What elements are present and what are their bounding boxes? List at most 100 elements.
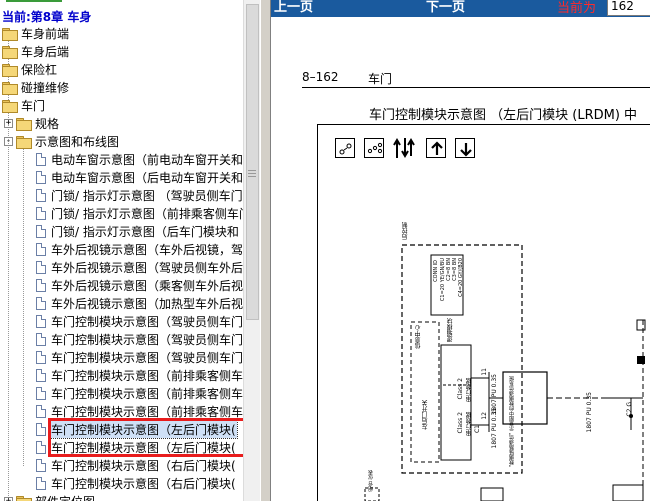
tree-item-label: 电动车窗示意图（后电动车窗开关和 xyxy=(51,170,243,185)
tree-item-label: 车外后视镜示意图（加热型车外后视 xyxy=(51,296,243,311)
schematic-label: Class 2 xyxy=(457,378,464,400)
tree-folder-bumper[interactable]: 保险杠 xyxy=(2,60,58,78)
document-icon xyxy=(36,170,46,184)
tree-item-label: 规格 xyxy=(35,116,60,131)
document-icon xyxy=(36,152,46,166)
tree-item-label: 车门控制模块示意图（右后门模块( xyxy=(51,476,236,491)
tree-item-label: 车门控制模块示意图（驾驶员侧车门 xyxy=(51,350,243,365)
tree-folder-locations[interactable]: + 部件定位图 xyxy=(4,492,96,501)
expand-icon[interactable]: + xyxy=(4,496,13,501)
folder-icon xyxy=(2,27,18,41)
document-icon xyxy=(36,440,46,454)
folder-open-icon xyxy=(2,99,18,113)
cluster-label: 组合 仪表 xyxy=(368,470,374,492)
tree-folder-collision[interactable]: 碰撞维修 xyxy=(2,78,70,96)
tree-folder-door[interactable]: 车门 xyxy=(2,96,46,114)
tree-doc-item[interactable]: 门锁/ 指示灯示意图（后车门模块和 xyxy=(36,222,240,240)
pane-splitter[interactable] xyxy=(260,0,271,501)
data-link-label: "数据链路通信" 示意图中的数据通信系统 xyxy=(509,376,515,468)
tree-doc-item[interactable]: 车门控制模块示意图（前排乘客侧车 xyxy=(36,366,243,384)
document-icon xyxy=(36,206,46,220)
document-icon xyxy=(36,224,46,238)
tree-doc-item[interactable]: 车门控制模块示意图（前排乘客侧车 xyxy=(36,384,243,402)
folder-open-icon xyxy=(16,135,32,149)
tree-item-label: 保险杠 xyxy=(21,62,58,77)
tree-doc-item[interactable]: 车门控制模块示意图（右后门模块( xyxy=(36,456,237,474)
tree-item-label: 门锁/ 指示灯示意图（后车门模块和 xyxy=(51,224,239,239)
tree-item-label: 示意图和布线图 xyxy=(35,134,120,149)
tree-item-label: 车门控制模块示意图（驾驶员侧车门 xyxy=(51,332,243,347)
wire-label: 1807 PU 0.35 xyxy=(491,408,498,449)
scrollbar-thumb[interactable] xyxy=(246,4,259,320)
tree-item-label: 车门控制模块示意图（右后门模块( xyxy=(51,458,236,473)
schematic-label: 后控制 xyxy=(402,222,409,240)
tree-doc-item[interactable]: 车外后视镜示意图（加热型车外后视 xyxy=(36,294,243,312)
tree-folder-body-front[interactable]: 车身前端 xyxy=(2,24,70,42)
tree-item-label: 车外后视镜示意图（驾驶员侧车外后 xyxy=(51,260,243,275)
chapter-label: 当前:第8章 车身 xyxy=(2,10,92,24)
document-icon xyxy=(36,242,46,256)
tree-doc-item[interactable]: 车门控制模块示意图（驾驶员侧车门 xyxy=(36,348,243,366)
tree-item-label: 门锁/ 指示灯示意图 （驾驶员侧车门 xyxy=(51,188,243,203)
schematic-label: 逻辑模块 xyxy=(447,318,454,342)
tree-item-label: 车身后端 xyxy=(21,44,70,59)
schematic-label: 串行数据 xyxy=(466,412,473,436)
tree-doc-item[interactable]: 车门控制模块示意图（驾驶员侧车门 xyxy=(36,330,243,348)
document-icon xyxy=(36,314,46,328)
tree-pane: 当前:第8章 车身 车身前端 车身后端 保险杠 碰撞维修 车门 + 规格 - 示… xyxy=(0,0,243,501)
tree-doc-item[interactable]: 车门控制模块示意图（右后门模块( xyxy=(36,474,237,492)
document-icon xyxy=(36,350,46,364)
tree-scrollbar[interactable] xyxy=(243,0,260,501)
wire-label: 1807 PU 0.35 xyxy=(586,392,593,433)
pin-label: 11 xyxy=(481,368,488,376)
folder-icon xyxy=(16,495,32,501)
connector-label: C2 G xyxy=(626,402,633,417)
connector-pin-label: C4=20 GY/(B20 xyxy=(458,258,464,297)
tree-doc-item[interactable]: 车外后视镜示意图（乘客侧车外后视 xyxy=(36,276,243,294)
folder-icon xyxy=(2,63,18,77)
tree-doc-item[interactable]: 电动车窗示意图（后电动车窗开关和 xyxy=(36,168,243,186)
connector-id-label: CONN ID xyxy=(433,260,439,282)
tree-top-link[interactable] xyxy=(6,0,66,4)
document-icon xyxy=(36,278,46,292)
document-icon xyxy=(36,188,46,202)
tree-doc-item[interactable]: 车外后视镜示意图（车外后视镜，驾 xyxy=(36,240,243,258)
document-icon xyxy=(36,296,46,310)
tree-folder-specs[interactable]: + 规格 xyxy=(4,114,60,132)
tree-item-label: 部件定位图 xyxy=(34,493,96,501)
tree-item-label: 车外后视镜示意图（乘客侧车外后视 xyxy=(51,278,243,293)
tree-doc-item[interactable]: 车外后视镜示意图（驾驶员侧车外后 xyxy=(36,258,243,276)
schematic-label: 左后门开关 xyxy=(422,400,429,430)
pin-label: 12 xyxy=(481,412,488,420)
collapse-icon[interactable]: - xyxy=(4,136,13,146)
tree-doc-item[interactable]: 电动车窗示意图（前电动车窗开关和 xyxy=(36,150,243,168)
tree-item-label: 车门 xyxy=(21,98,46,113)
tree-item-label: 车门控制模块示意图（前排乘客侧车 xyxy=(51,368,243,383)
highlight-annotation-box xyxy=(48,418,243,457)
folder-icon xyxy=(2,81,18,95)
content-pane: 上一页 下一页 当前为 162 8–162 车门 车门控制模块示意图 （左后门模… xyxy=(271,0,650,501)
document-icon xyxy=(36,422,46,436)
tree-item-label: 车身前端 xyxy=(21,26,70,41)
document-icon xyxy=(36,476,46,490)
expand-icon[interactable]: + xyxy=(4,118,13,128)
tree-item-label: 车外后视镜示意图（车外后视镜，驾 xyxy=(51,242,243,257)
schematic-label: Class 2 xyxy=(457,412,464,434)
tree-doc-item[interactable]: 门锁/ 指示灯示意图 （驾驶员侧车门 xyxy=(36,186,243,204)
tree-folder-schematics[interactable]: - 示意图和布线图 xyxy=(4,132,120,150)
document-icon xyxy=(36,260,46,274)
tree-doc-item[interactable]: 门锁/ 指示灯示意图（前排乘客侧车门 xyxy=(36,204,243,222)
tree-item-label: 电动车窗示意图（前电动车窗开关和 xyxy=(51,152,243,167)
app-window: 当前:第8章 车身 车身前端 车身后端 保险杠 碰撞维修 车门 + 规格 - 示… xyxy=(0,0,650,501)
document-icon xyxy=(36,458,46,472)
tree-item-label: 车门控制模块示意图（前排乘客侧车 xyxy=(51,404,243,419)
connector-label: C1 xyxy=(474,425,481,434)
tree-folder-body-rear[interactable]: 车身后端 xyxy=(2,42,70,60)
tree-item-label: 车门控制模块示意图（驾驶员侧车门 xyxy=(51,314,243,329)
schematic-label: 信息中心 xyxy=(415,325,422,349)
tree-guide-line xyxy=(23,148,24,466)
tree-doc-item[interactable]: 车门控制模块示意图（驾驶员侧车门 xyxy=(36,312,243,330)
tree-item-label: 门锁/ 指示灯示意图（前排乘客侧车门 xyxy=(51,206,243,221)
folder-icon xyxy=(2,45,18,59)
folder-icon xyxy=(16,117,32,131)
